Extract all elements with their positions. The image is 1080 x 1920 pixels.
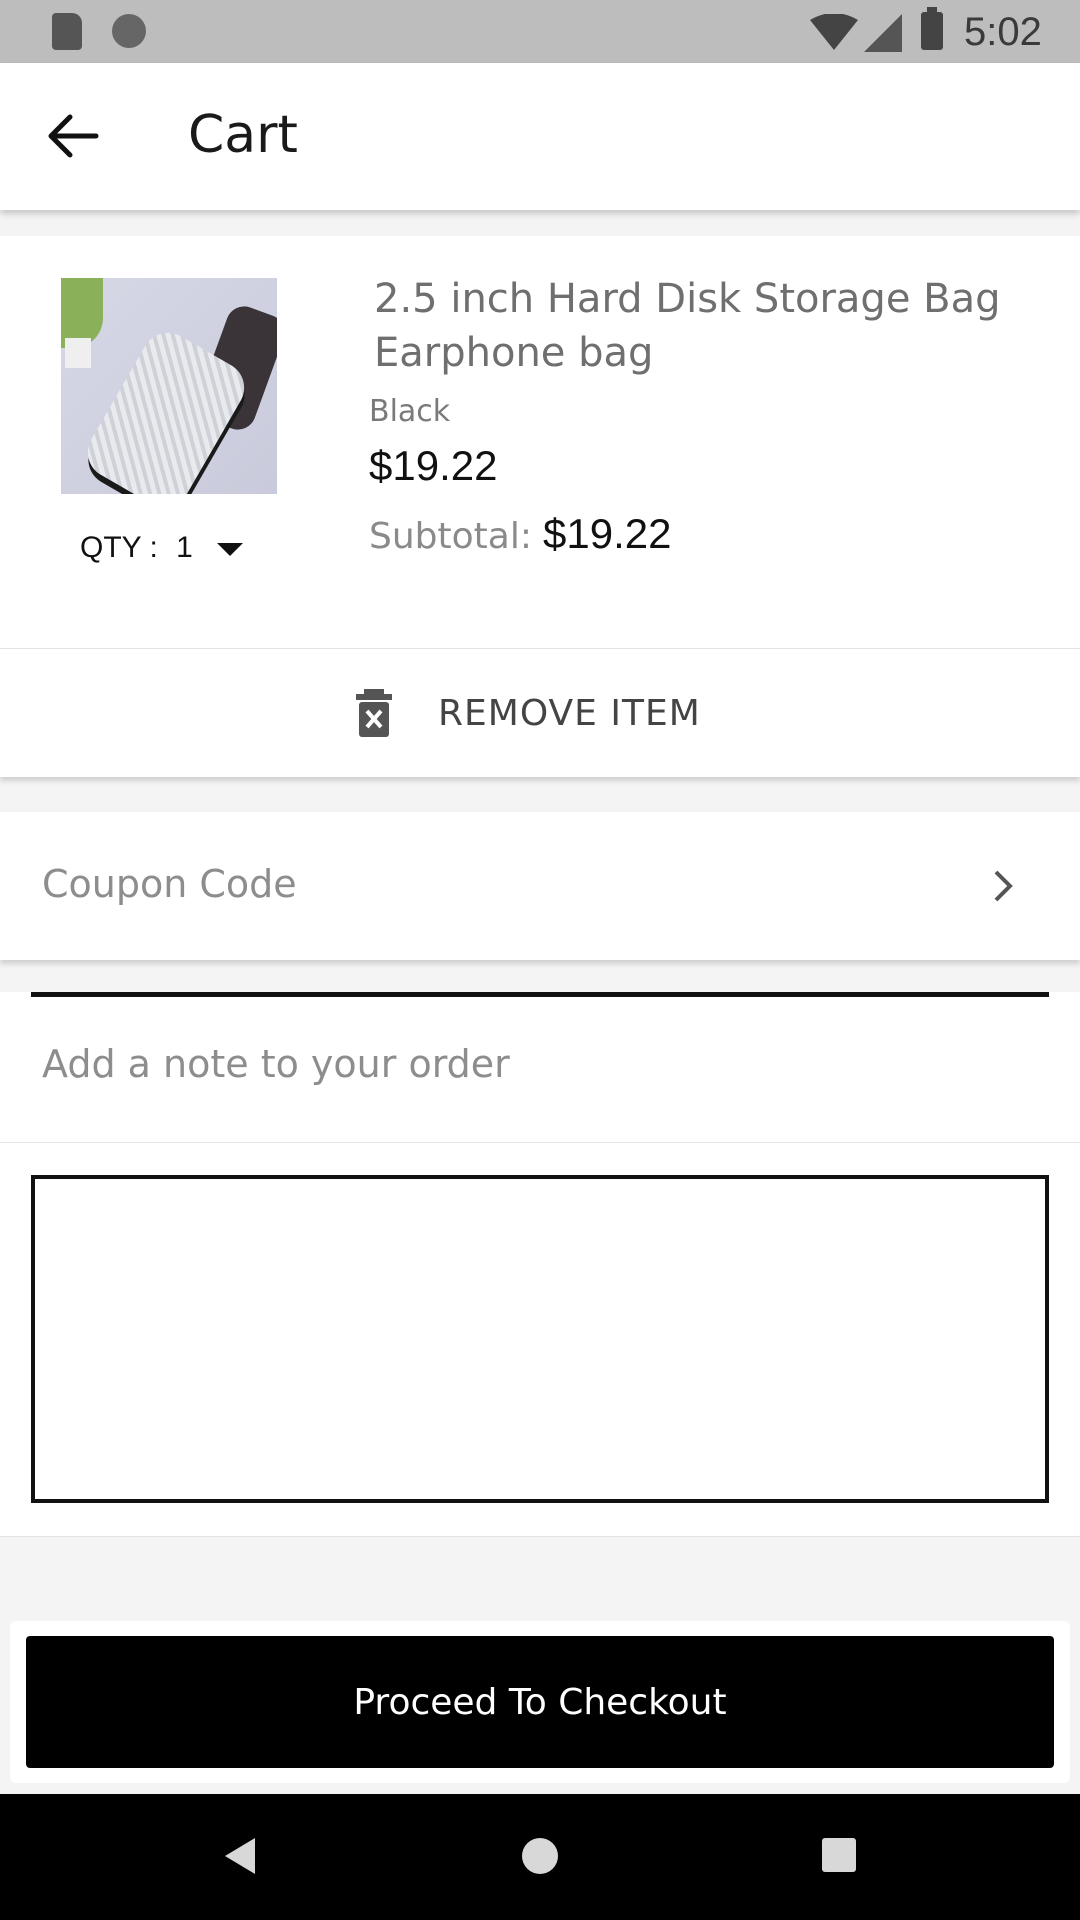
- order-note-section: Add a note to your order: [0, 992, 1080, 1537]
- status-time: 5:02: [964, 10, 1042, 54]
- qty-label: QTY :: [80, 531, 158, 564]
- checkout-container: Proceed To Checkout: [10, 1621, 1070, 1783]
- cart-item: QTY : 1 2.5 inch Hard Disk Storage Bag E…: [0, 236, 1080, 648]
- app-bar: Cart: [0, 63, 1080, 210]
- pot-decoration: [65, 338, 91, 368]
- coupon-code-row[interactable]: Coupon Code: [0, 812, 1080, 960]
- order-note-input[interactable]: [31, 1175, 1049, 1503]
- sd-card-icon: [52, 13, 82, 50]
- nav-recents-icon[interactable]: [822, 1838, 856, 1872]
- product-image[interactable]: [61, 278, 277, 494]
- subtotal-value: $19.22: [543, 510, 672, 557]
- divider: [0, 1142, 1080, 1143]
- chevron-right-icon: [994, 870, 1013, 902]
- divider: [0, 1536, 1080, 1537]
- page-title: Cart: [188, 105, 298, 165]
- divider: [31, 992, 1049, 997]
- battery-icon: [921, 7, 943, 50]
- dropdown-arrow-icon: [217, 542, 244, 556]
- coupon-code-label: Coupon Code: [42, 862, 297, 906]
- system-nav-bar: [0, 1794, 1080, 1920]
- product-price: $19.22: [369, 442, 498, 489]
- product-variant: Black: [369, 394, 451, 429]
- subtotal-label: Subtotal:: [369, 516, 532, 557]
- sync-icon: [112, 14, 146, 48]
- back-arrow-icon[interactable]: [46, 113, 100, 159]
- order-note-label: Add a note to your order: [42, 1042, 510, 1086]
- product-name[interactable]: 2.5 inch Hard Disk Storage Bag Earphone …: [374, 272, 1054, 380]
- signal-icon: [864, 14, 902, 52]
- wifi-icon: [810, 14, 858, 50]
- proceed-to-checkout-button[interactable]: Proceed To Checkout: [26, 1636, 1054, 1768]
- remove-item-label: REMOVE ITEM: [438, 693, 701, 734]
- nav-home-icon[interactable]: [522, 1838, 558, 1874]
- remove-item-button[interactable]: REMOVE ITEM: [0, 648, 1080, 777]
- quantity-selector[interactable]: QTY : 1: [80, 531, 244, 565]
- status-bar: 5:02: [0, 0, 1080, 63]
- nav-back-icon[interactable]: [225, 1838, 255, 1874]
- qty-value: 1: [176, 531, 193, 564]
- trash-icon: [356, 689, 392, 737]
